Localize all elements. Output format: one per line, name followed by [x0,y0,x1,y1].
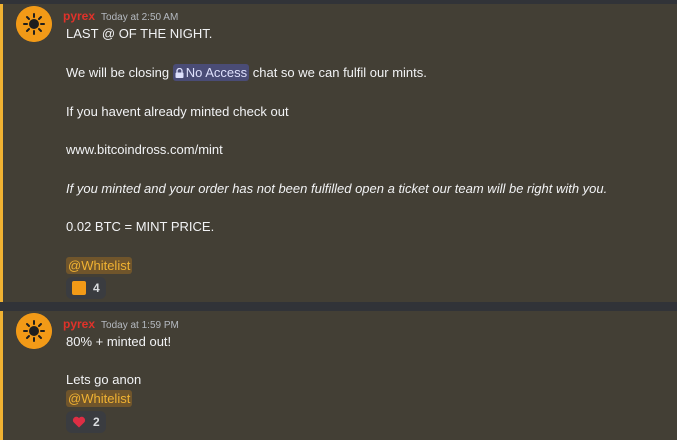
timestamp[interactable]: Today at 1:59 PM [101,320,179,331]
red-heart-icon [72,416,86,428]
reaction-button[interactable]: 4 [66,277,106,299]
sun-logo-icon [16,6,52,42]
sun-logo-icon [16,313,52,349]
user-avatar[interactable] [16,6,52,42]
message-1: pyrex Today at 2:50 AM LAST @ OF THE NIGH… [0,4,677,302]
message-text: chat so we can fulfil our mints. [249,65,427,80]
message-line: If you havent already minted check out [66,104,289,119]
message-line: If you minted and your order has not bee… [66,181,608,196]
message-line: 0.02 BTC = MINT PRICE. [66,219,215,234]
role-mention[interactable]: @Whitelist [66,390,133,407]
channel-mention[interactable]: No Access [172,64,250,81]
timestamp[interactable]: Today at 2:50 AM [101,12,178,23]
message-header: pyrex Today at 1:59 PM [63,317,179,333]
message-header: pyrex Today at 2:50 AM [63,9,178,25]
message-line: 80% + minted out! [66,334,172,349]
channel-name: No Access [185,65,248,80]
reaction-button[interactable]: 2 [66,411,106,433]
message-text: We will be closing [66,65,173,80]
message-line: LAST @ OF THE NIGHT. [66,26,213,41]
role-mention[interactable]: @Whitelist [66,257,133,274]
message-line: We will be closing No Access chat so we … [66,63,427,82]
username[interactable]: pyrex [63,9,95,23]
reaction-count: 2 [93,415,100,429]
username[interactable]: pyrex [63,317,95,331]
message-link-text: www.bitcoindross.com/mint [66,142,223,157]
message-line: Lets go anon [66,372,142,387]
orange-square-icon [72,281,86,295]
lock-icon [175,68,184,78]
message-2: pyrex Today at 1:59 PM 80% + minted out! … [0,311,677,440]
user-avatar[interactable] [16,313,52,349]
reaction-count: 4 [93,281,100,295]
